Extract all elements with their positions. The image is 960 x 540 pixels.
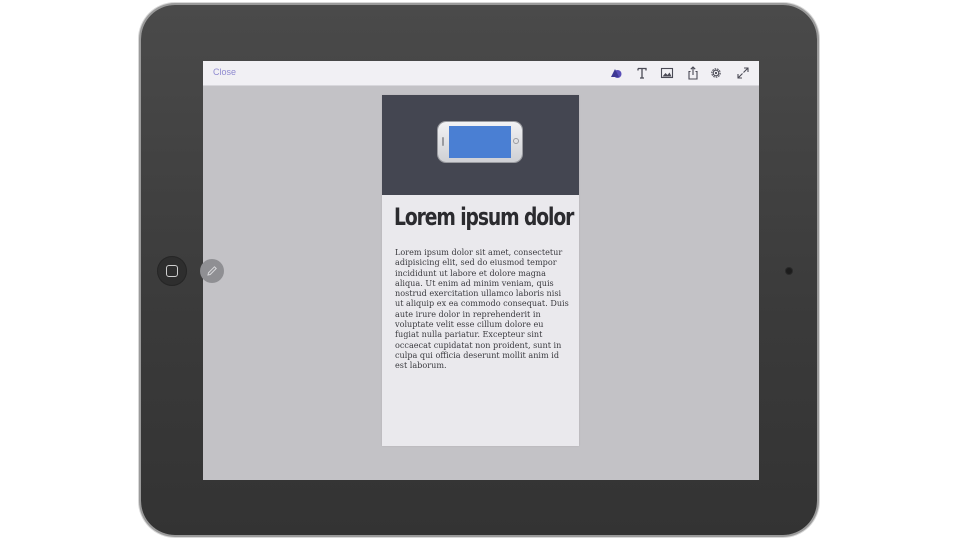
home-square-icon — [166, 265, 178, 277]
share-button[interactable] — [686, 66, 700, 80]
text-tool-button[interactable] — [635, 66, 649, 80]
camera-icon — [786, 268, 792, 274]
pencil-icon — [207, 266, 217, 276]
image-icon — [660, 67, 674, 79]
close-button[interactable]: Close — [213, 67, 236, 77]
phone-speaker — [442, 137, 444, 146]
phone-illustration — [438, 122, 522, 162]
expand-icon — [737, 67, 749, 79]
settings-button[interactable] — [709, 66, 723, 80]
phone-home-button — [513, 138, 519, 144]
image-tool-button[interactable] — [660, 66, 674, 80]
text-icon — [637, 67, 647, 79]
share-icon — [688, 66, 698, 80]
shape-tool-button[interactable] — [609, 66, 623, 80]
card-title[interactable]: Lorem ipsum dolor — [394, 203, 574, 231]
hero-image[interactable] — [382, 95, 579, 195]
home-button[interactable] — [157, 256, 187, 286]
card-body-text[interactable]: Lorem ipsum dolor sit amet, consectetur … — [395, 247, 569, 371]
fullscreen-button[interactable] — [736, 66, 750, 80]
phone-screen — [449, 126, 511, 158]
gear-icon — [711, 68, 721, 78]
shape-icon — [611, 69, 622, 78]
edit-button[interactable] — [200, 259, 224, 283]
app-screen: Close Lorem ipsum dolor Lorem ipsum dolo… — [203, 61, 759, 480]
story-card[interactable]: Lorem ipsum dolor Lorem ipsum dolor sit … — [382, 95, 579, 446]
top-toolbar: Close — [203, 61, 759, 86]
